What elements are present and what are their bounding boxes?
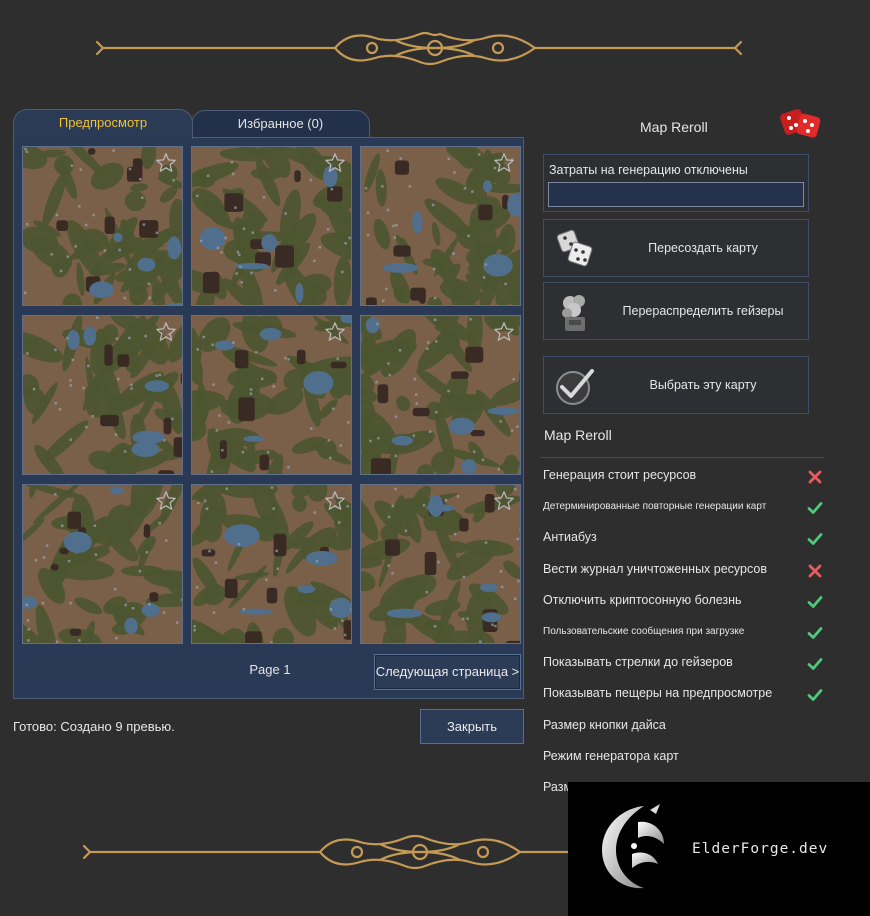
watermark-text: ElderForge.dev [692, 841, 829, 857]
checkmark-icon [556, 369, 594, 405]
map-preview-thumbnail[interactable] [360, 146, 521, 306]
check-on-icon[interactable] [807, 500, 823, 516]
settings-section-title: Map Reroll [544, 427, 612, 443]
ornament-icon [95, 31, 743, 66]
favorite-star-icon[interactable] [324, 321, 346, 343]
generation-cost-box: Затраты на генерацию отключены [543, 154, 809, 212]
preview-panel: Page 1 Следующая страница > [13, 137, 524, 699]
check-on-icon[interactable] [807, 656, 823, 672]
check-on-icon[interactable] [807, 687, 823, 703]
favorite-star-icon[interactable] [493, 152, 515, 174]
status-text: Готово: Создано 9 превью. [13, 719, 175, 734]
dice-icon [556, 229, 593, 267]
favorite-star-icon[interactable] [155, 321, 177, 343]
page-label: Page 1 [249, 662, 291, 677]
check-on-icon[interactable] [807, 625, 823, 641]
favorite-star-icon[interactable] [324, 152, 346, 174]
setting-option-label: Антиабуз [543, 530, 597, 545]
reroll-map-label: Пересоздать карту [648, 241, 758, 255]
redistribute-geysers-label: Перераспределить гейзеры [622, 304, 784, 318]
map-preview-thumbnail[interactable] [360, 315, 521, 475]
check-on-icon[interactable] [807, 531, 823, 547]
map-preview-thumbnail[interactable] [22, 146, 183, 306]
select-map-button[interactable]: Выбрать эту карту [543, 356, 809, 414]
next-page-button[interactable]: Следующая страница > [374, 654, 521, 690]
map-preview-thumbnail[interactable] [191, 146, 352, 306]
check-off-icon[interactable] [807, 469, 823, 485]
setting-option-label: Пользовательские сообщения при загрузке [543, 626, 745, 637]
setting-option-label: Генерация стоит ресурсов [543, 468, 697, 482]
generation-cost-input[interactable] [548, 182, 804, 207]
section-divider [540, 457, 824, 458]
favorite-star-icon[interactable] [155, 152, 177, 174]
map-preview-thumbnail[interactable] [191, 484, 352, 644]
map-preview-thumbnail[interactable] [22, 484, 183, 644]
setting-option-label: Режим генератора карт [543, 748, 679, 763]
favorite-star-icon[interactable] [493, 321, 515, 343]
geyser-icon [562, 295, 585, 331]
check-on-icon[interactable] [807, 594, 823, 610]
right-panel-title: Map Reroll [640, 119, 708, 135]
red-dice-icon [780, 109, 821, 138]
map-preview-thumbnail[interactable] [191, 315, 352, 475]
setting-option-label: Вести журнал уничтоженных ресурсов [543, 561, 767, 576]
close-button[interactable]: Закрыть [420, 709, 524, 744]
setting-option-label: Детерминированные повторные генерации ка… [543, 501, 767, 513]
setting-option-label: Размер кнопки дайса [543, 717, 666, 732]
generation-cost-label: Затраты на генерацию отключены [549, 163, 748, 177]
redistribute-geysers-button[interactable]: Перераспределить гейзеры [543, 282, 809, 340]
favorite-star-icon[interactable] [324, 490, 346, 512]
reroll-map-button[interactable]: Пересоздать карту [543, 219, 809, 277]
setting-option-label: Показывать пещеры на предпросмотре [543, 686, 773, 701]
select-map-label: Выбрать эту карту [649, 378, 757, 392]
map-preview-grid [22, 146, 524, 646]
favorite-star-icon[interactable] [493, 490, 515, 512]
favorite-star-icon[interactable] [155, 490, 177, 512]
setting-option-label: Показывать стрелки до гейзеров [543, 655, 733, 670]
dragon-logo-icon [602, 804, 664, 889]
setting-option-label: Отключить криптосонную болезнь [543, 592, 742, 607]
tab-favorites[interactable]: Избранное (0) [191, 110, 370, 140]
watermark-overlay: ElderForge.dev [568, 782, 870, 916]
map-preview-thumbnail[interactable] [22, 315, 183, 475]
map-preview-thumbnail[interactable] [360, 484, 521, 644]
tab-preview[interactable]: Предпросмотр [13, 109, 193, 139]
check-off-icon[interactable] [807, 563, 823, 579]
top-ornament [0, 22, 870, 74]
